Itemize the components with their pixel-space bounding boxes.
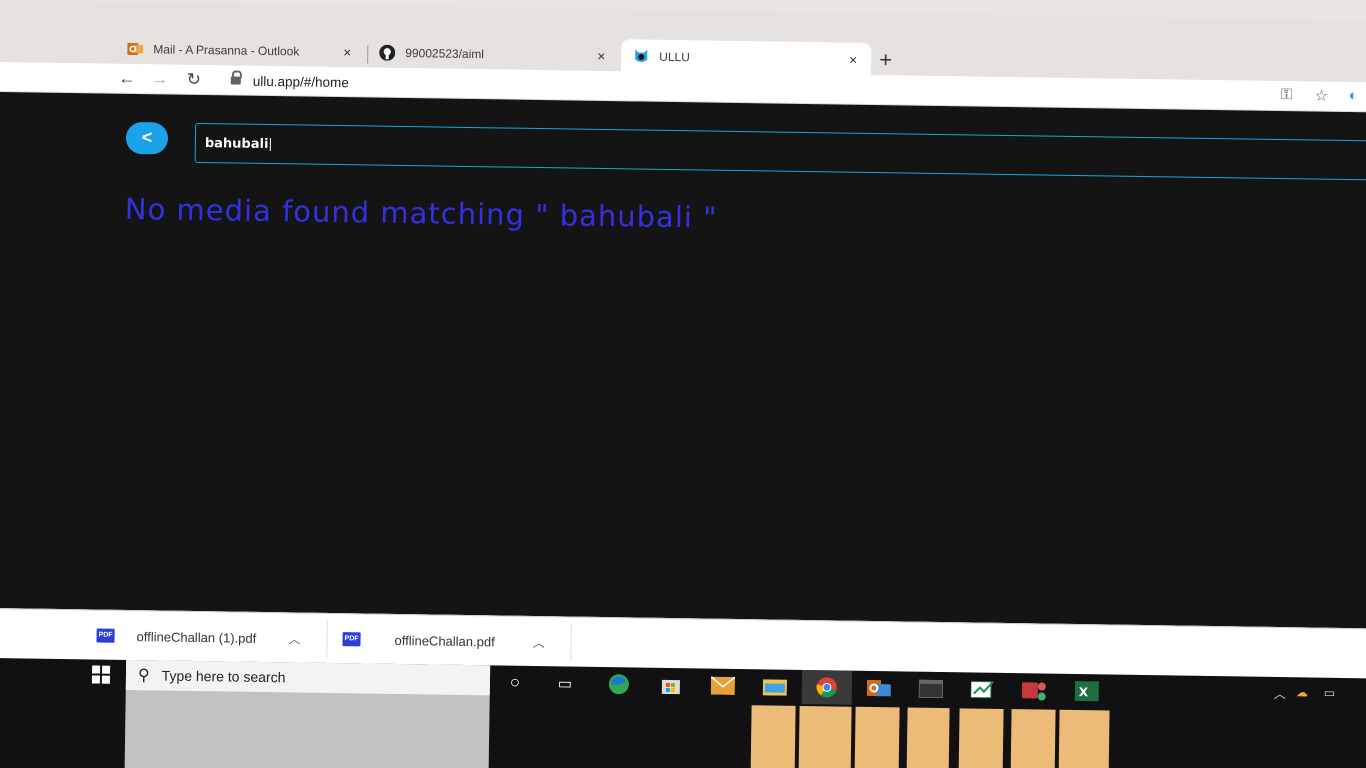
onedrive-icon[interactable]: ☁ [1296, 685, 1308, 699]
app-preview-strip [854, 706, 900, 768]
edge-icon[interactable] [606, 673, 632, 695]
chevron-up-icon[interactable]: ︿ [1274, 685, 1286, 702]
search-value: bahubali [204, 136, 269, 152]
mail-icon[interactable] [710, 675, 736, 697]
taskbar-search-input[interactable]: ⚲ Type here to search [125, 659, 491, 696]
back-button[interactable]: < [125, 121, 169, 155]
forward-arrow-icon[interactable]: → [149, 68, 171, 90]
url-text: ullu.app/#/home [252, 73, 350, 90]
extension-icon[interactable]: ◐ [1349, 87, 1358, 104]
task-view-icon[interactable]: ▭ [552, 672, 578, 694]
search-placeholder: Type here to search [161, 667, 286, 686]
close-tab-icon[interactable]: × [339, 44, 355, 60]
ullu-icon [633, 48, 649, 64]
chrome-icon[interactable] [814, 676, 840, 698]
chevron-up-icon[interactable]: ︿ [288, 630, 300, 647]
download-separator [326, 619, 328, 658]
svg-text:X: X [1079, 685, 1089, 699]
close-tab-icon[interactable]: × [593, 48, 609, 64]
search-icon: ⚲ [137, 667, 150, 685]
store-icon[interactable] [658, 674, 684, 696]
app-preview-strip [798, 705, 852, 768]
whiteboard-icon[interactable] [970, 678, 996, 700]
no-media-message: No media found matching " bahubali " [124, 191, 718, 235]
bookmark-star-icon[interactable]: ☆ [1315, 87, 1329, 105]
pdf-file-icon: PDF [342, 632, 361, 647]
ullu-page: < bahubali No media found matching " bah… [0, 91, 1366, 629]
search-input[interactable]: bahubali [194, 122, 1366, 181]
excel-icon[interactable]: X [1074, 680, 1100, 702]
battery-icon[interactable]: ▭ [1324, 686, 1336, 700]
app-preview-strip [1058, 709, 1110, 768]
back-arrow-icon[interactable]: ← [116, 68, 138, 90]
close-tab-icon[interactable]: × [845, 52, 861, 68]
github-icon [379, 44, 396, 61]
download-filename: offlineChallan.pdf [394, 632, 495, 649]
outlook-icon[interactable] [866, 677, 892, 699]
app-preview-strip [750, 705, 796, 768]
app-preview-strip [958, 708, 1004, 768]
download-item[interactable]: PDF offlineChallan.pdf ︿ [342, 622, 545, 659]
windows-start-icon[interactable] [91, 665, 111, 684]
tab-title: Mail - A Prasanna - Outlook [153, 42, 300, 59]
outlook-icon [127, 41, 144, 57]
file-explorer-icon[interactable] [762, 675, 788, 697]
key-icon[interactable]: ⚿ [1281, 86, 1293, 103]
pdf-file-icon: PDF [96, 628, 115, 643]
chevron-up-icon[interactable]: ︿ [533, 633, 545, 650]
download-filename: offlineChallan (1).pdf [136, 628, 257, 646]
terminal-icon[interactable] [918, 678, 944, 700]
tab-title: 99002523/aiml [405, 46, 485, 62]
text-caret [269, 138, 271, 152]
app-preview-strip [906, 707, 950, 768]
teams-icon[interactable] [1021, 679, 1048, 701]
tab-title: ULLU [659, 49, 691, 65]
lock-icon [231, 75, 241, 85]
taskbar-search-panel: ⚲ Type here to search [124, 659, 491, 768]
app-preview-strip [1010, 709, 1056, 768]
windows-taskbar: ⚲ Type here to search ○ ▭ X ︿ ☁ ▭ [0, 657, 1366, 768]
download-item[interactable]: PDF offlineChallan (1).pdf ︿ [96, 619, 300, 656]
reload-icon[interactable]: ↻ [183, 69, 205, 91]
cortana-icon[interactable]: ○ [502, 672, 528, 694]
tab-separator [367, 45, 369, 64]
new-tab-button[interactable]: + [879, 47, 892, 72]
download-separator [570, 623, 572, 662]
